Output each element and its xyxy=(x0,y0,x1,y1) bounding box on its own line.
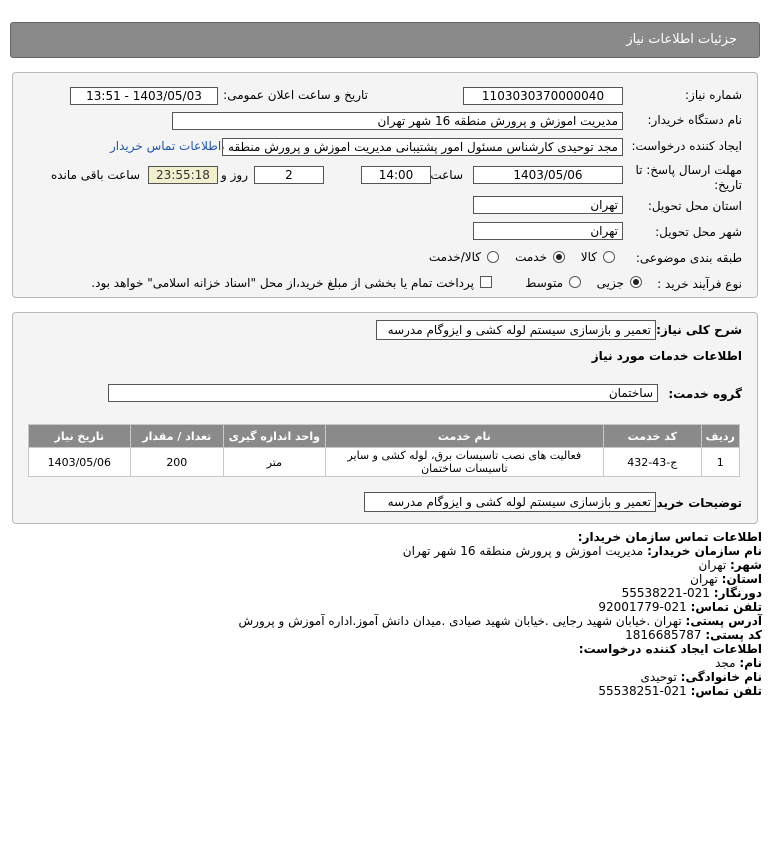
process-option-medium: متوسط xyxy=(525,276,563,290)
contact-family-value: توحیدی xyxy=(640,670,677,684)
days-label: روز و xyxy=(221,168,248,182)
general-description-label: شرح کلی نیاز: xyxy=(656,323,742,337)
col-need-date: تاریخ نیاز xyxy=(28,424,131,448)
contact-province-value: تهران xyxy=(690,572,718,586)
contact-creator-phone-label: تلفن تماس: xyxy=(690,684,762,698)
contact-org-label: نام سازمان خریدار: xyxy=(647,544,762,558)
name-line: نام: مجد xyxy=(715,656,762,671)
contact-fax-value: 021-55538221 xyxy=(621,586,710,600)
category-radio-goods[interactable] xyxy=(603,251,615,263)
payment-checkbox[interactable] xyxy=(480,276,492,288)
contact-city-value: تهران xyxy=(698,558,727,572)
buyer-contact-link[interactable]: اطلاعات تماس خریدار xyxy=(110,139,221,153)
creator-label: ایجاد کننده درخواست: xyxy=(631,139,742,153)
contact-province-label: استان: xyxy=(721,572,762,586)
col-row-number: ردیف xyxy=(700,424,741,448)
province-field: تهران xyxy=(473,196,623,214)
page-header: جزئیات اطلاعات نیاز xyxy=(10,22,760,58)
category-option-goods-service: کالا/خدمت xyxy=(428,250,481,264)
creator-contact-heading: اطلاعات ایجاد کننده درخواست: xyxy=(578,642,762,656)
table-row: 1 ج-43-432 فعالیت های نصب تاسیسات برق، ل… xyxy=(28,447,741,477)
contact-address-value: تهران .خیابان شهید رجایی .خیابان شهید صی… xyxy=(238,614,682,628)
table-header-row: ردیف کد خدمت نام خدمت واحد اندازه گیری ت… xyxy=(28,424,741,448)
category-radio-service[interactable] xyxy=(553,251,565,263)
phone-line: تلفن تماس: 021-92001779 xyxy=(598,600,762,615)
contact-phone-value: 021-92001779 xyxy=(598,600,687,614)
col-quantity: تعداد / مقدار xyxy=(129,424,225,448)
announce-label: تاریخ و ساعت اعلان عمومی: xyxy=(223,88,368,102)
contact-phone-label: تلفن تماس: xyxy=(690,600,762,614)
deadline-label: مهلت ارسال پاسخ: تا xyxy=(635,163,742,177)
contact-address-label: آدرس پستی: xyxy=(685,614,762,628)
col-service-name: نام خدمت xyxy=(324,424,605,448)
contact-postal-value: 1816685787 xyxy=(625,628,702,642)
need-number-label: شماره نیاز: xyxy=(685,88,742,102)
creator-field: مجد توحیدی کارشناس مسئول امور پشتیبانی م… xyxy=(222,138,623,156)
contact-name-label: نام: xyxy=(739,656,762,670)
process-option-minor: جزیی xyxy=(596,276,624,290)
process-label: نوع فرآیند خرید : xyxy=(657,277,742,291)
payment-note: پرداخت تمام یا بخشی از مبلغ خرید،از محل … xyxy=(91,276,474,290)
province-line: استان: تهران xyxy=(690,572,762,587)
process-radio-medium[interactable] xyxy=(569,276,581,288)
service-group-label: گروه خدمت: xyxy=(668,387,742,401)
cell-row-number: 1 xyxy=(700,447,741,477)
deadline-time-field: 14:00 xyxy=(361,166,431,184)
city-line: شهر: تهران xyxy=(698,558,762,573)
buyer-org-field: مدیریت اموزش و پرورش منطقه 16 شهر تهران xyxy=(172,112,623,130)
category-radio-goods-service[interactable] xyxy=(487,251,499,263)
postal-line: کد پستی: 1816685787 xyxy=(625,628,762,643)
address-line: آدرس پستی: تهران .خیابان شهید رجایی .خیا… xyxy=(238,614,762,629)
need-number-field: 1103030370000040 xyxy=(463,87,623,105)
cell-service-code: ج-43-432 xyxy=(603,447,702,477)
service-group-field: ساختمان xyxy=(108,384,658,402)
contact-family-label: نام خانوادگی: xyxy=(680,670,762,684)
col-service-code: کد خدمت xyxy=(603,424,702,448)
remaining-label: ساعت باقی مانده xyxy=(50,168,140,182)
time-label: ساعت xyxy=(430,168,463,182)
contact-org-value: مدیریت اموزش و پرورش منطقه 16 شهر تهران xyxy=(402,544,644,558)
category-option-goods: کالا xyxy=(580,250,597,264)
buyer-contact-heading: اطلاعات تماس سازمان خریدار: xyxy=(577,530,762,544)
process-radio-minor[interactable] xyxy=(630,276,642,288)
contact-postal-label: کد پستی: xyxy=(705,628,762,642)
cell-service-name: فعالیت های نصب تاسیسات برق، لوله کشی و س… xyxy=(324,447,605,477)
remaining-time-field: 23:55:18 xyxy=(148,166,218,184)
cell-need-date: 1403/05/06 xyxy=(28,447,131,477)
city-label: شهر محل تحویل: xyxy=(655,225,742,239)
services-table: ردیف کد خدمت نام خدمت واحد اندازه گیری ت… xyxy=(28,424,741,477)
creator-phone-line: تلفن تماس: 021-55538251 xyxy=(598,684,762,699)
deadline-date-field: 1403/05/06 xyxy=(473,166,623,184)
fax-line: دورنگار: 021-55538221 xyxy=(621,586,762,601)
services-section-title: اطلاعات خدمات مورد نیاز xyxy=(591,349,742,363)
announce-field: 1403/05/03 - 13:51 xyxy=(70,87,218,105)
general-description-field: تعمیر و بازسازی سیستم لوله کشی و ایزوگام… xyxy=(376,320,656,340)
days-field: 2 xyxy=(254,166,324,184)
buyer-org-label: نام دستگاه خریدار: xyxy=(647,113,743,127)
province-label: استان محل تحویل: xyxy=(647,199,742,213)
contact-name-value: مجد xyxy=(715,656,736,670)
page-title: جزئیات اطلاعات نیاز xyxy=(626,32,737,47)
buyer-notes-field: تعمیر و بازسازی سیستم لوله کشی و ایزوگام… xyxy=(364,492,656,512)
category-option-service: خدمت xyxy=(515,250,547,264)
cell-quantity: 200 xyxy=(129,447,225,477)
deadline-label-2: تاریخ: xyxy=(714,178,742,192)
buyer-org-line: نام سازمان خریدار: مدیریت اموزش و پرورش … xyxy=(402,544,762,559)
contact-creator-phone-value: 021-55538251 xyxy=(598,684,687,698)
cell-unit: متر xyxy=(223,447,326,477)
contact-city-label: شهر: xyxy=(730,558,762,572)
category-label: طبقه بندی موضوعی: xyxy=(635,251,742,265)
contact-fax-label: دورنگار: xyxy=(713,586,762,600)
family-line: نام خانوادگی: توحیدی xyxy=(640,670,762,685)
city-field: تهران xyxy=(473,222,623,240)
col-unit: واحد اندازه گیری xyxy=(223,424,326,448)
